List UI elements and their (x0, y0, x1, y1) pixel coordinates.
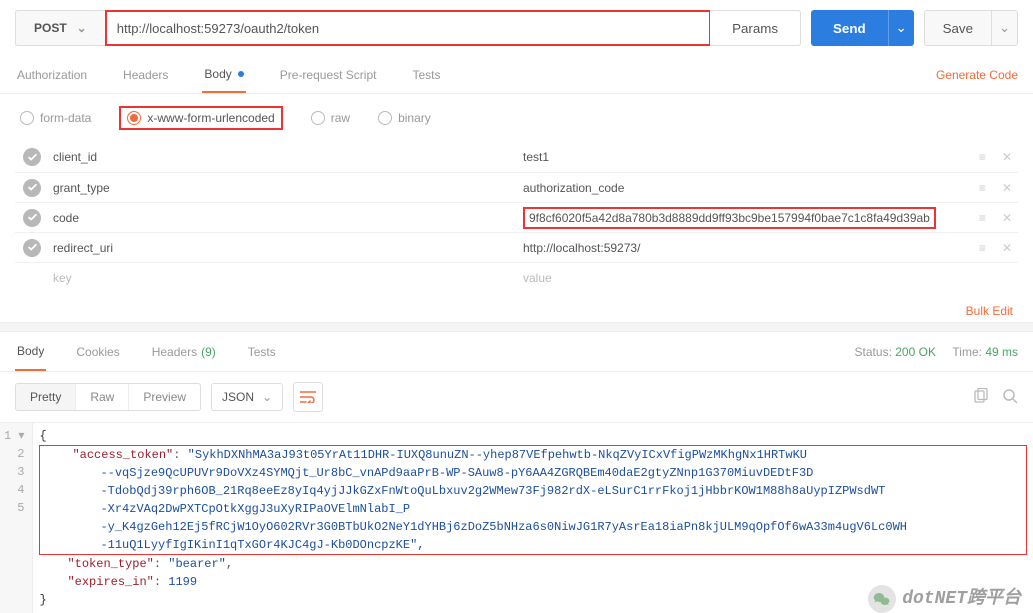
resp-tab-label: Headers (152, 345, 197, 359)
param-key[interactable]: grant_type (49, 181, 519, 195)
close-icon[interactable]: ✕ (1002, 181, 1012, 195)
row-check-icon[interactable] (23, 179, 41, 197)
radio-urlencoded[interactable]: x-www-form-urlencoded (127, 111, 274, 125)
param-key[interactable]: code (49, 211, 519, 225)
header-count: (9) (201, 345, 216, 359)
radio-form-data[interactable]: form-data (20, 111, 91, 125)
tab-tests[interactable]: Tests (410, 56, 442, 93)
drag-icon[interactable]: ≡ (979, 211, 986, 225)
copy-icon[interactable] (972, 388, 988, 407)
wrap-lines-button[interactable] (293, 382, 323, 412)
table-row: grant_type authorization_code ≡ ✕ (15, 172, 1018, 202)
row-check-icon[interactable] (23, 239, 41, 257)
param-value[interactable]: http://localhost:59273/ (519, 241, 973, 255)
bulk-edit-link[interactable]: Bulk Edit (0, 298, 1033, 318)
view-raw[interactable]: Raw (76, 384, 129, 410)
save-dropdown[interactable]: ⌄ (992, 10, 1018, 46)
generate-code-link[interactable]: Generate Code (936, 68, 1018, 82)
chevron-down-icon: ⌄ (262, 390, 272, 404)
radio-icon (378, 111, 392, 125)
format-label: JSON (222, 390, 254, 404)
close-icon[interactable]: ✕ (1002, 150, 1012, 164)
tab-body[interactable]: Body (202, 56, 245, 93)
view-preview[interactable]: Preview (129, 384, 200, 410)
resp-tab-headers[interactable]: Headers (9) (150, 332, 218, 371)
radio-label: raw (331, 111, 350, 125)
modified-dot-icon (238, 71, 244, 77)
chevron-down-icon: ⌄ (896, 20, 907, 36)
table-row: redirect_uri http://localhost:59273/ ≡ ✕ (15, 232, 1018, 262)
chevron-down-icon: ⌄ (999, 20, 1010, 36)
row-check-icon[interactable] (23, 209, 41, 227)
param-key[interactable]: redirect_uri (49, 241, 519, 255)
tab-authorization[interactable]: Authorization (15, 56, 89, 93)
radio-icon (127, 111, 141, 125)
section-divider (0, 322, 1033, 332)
close-icon[interactable]: ✕ (1002, 211, 1012, 225)
radio-icon (311, 111, 325, 125)
method-label: POST (34, 21, 67, 35)
tab-body-label: Body (204, 67, 231, 81)
drag-icon[interactable]: ≡ (979, 181, 986, 195)
drag-icon[interactable]: ≡ (979, 150, 986, 164)
chevron-down-icon: ⌄ (77, 21, 87, 35)
time-value: 49 ms (985, 345, 1018, 359)
params-button[interactable]: Params (710, 10, 801, 46)
tab-prerequest[interactable]: Pre-request Script (278, 56, 379, 93)
response-meta: Status: 200 OK Time: 49 ms (855, 345, 1018, 359)
status-value: 200 OK (895, 345, 936, 359)
resp-tab-tests[interactable]: Tests (246, 332, 278, 371)
resp-tab-body[interactable]: Body (15, 332, 46, 371)
radio-label: binary (398, 111, 431, 125)
param-key[interactable]: client_id (49, 150, 519, 164)
save-button[interactable]: Save (924, 10, 992, 46)
radio-binary[interactable]: binary (378, 111, 431, 125)
close-icon[interactable]: ✕ (1002, 241, 1012, 255)
send-dropdown[interactable]: ⌄ (888, 10, 914, 46)
radio-raw[interactable]: raw (311, 111, 350, 125)
param-key-input[interactable]: key (49, 271, 519, 285)
url-input[interactable] (105, 10, 711, 46)
table-row: code 9f8cf6020f5a42d8a780b3d8889dd9ff93b… (15, 202, 1018, 232)
row-check-icon[interactable] (23, 148, 41, 166)
send-button[interactable]: Send (811, 10, 888, 46)
param-value[interactable]: test1 (519, 150, 973, 164)
radio-icon (20, 111, 34, 125)
search-icon[interactable] (1002, 388, 1018, 407)
resp-tab-cookies[interactable]: Cookies (74, 332, 121, 371)
view-pretty[interactable]: Pretty (16, 384, 76, 410)
response-body[interactable]: { "access_token": "SykhDXNhMA3aJ93t05YrA… (33, 423, 1033, 613)
format-select[interactable]: JSON ⌄ (211, 383, 283, 411)
param-value-input[interactable]: value (519, 271, 973, 285)
wechat-icon (868, 585, 896, 613)
tab-headers[interactable]: Headers (121, 56, 170, 93)
param-value[interactable]: authorization_code (519, 181, 973, 195)
table-row: client_id test1 ≡ ✕ (15, 142, 1018, 172)
view-mode-segment: Pretty Raw Preview (15, 383, 201, 411)
radio-label: form-data (40, 111, 91, 125)
http-method-select[interactable]: POST ⌄ (15, 10, 105, 46)
radio-label: x-www-form-urlencoded (147, 111, 274, 125)
param-value[interactable]: 9f8cf6020f5a42d8a780b3d8889dd9ff93bc9be1… (519, 207, 973, 229)
line-gutter: 1 ▾ 2 3 4 5 (0, 423, 33, 613)
drag-icon[interactable]: ≡ (979, 241, 986, 255)
watermark: dotNET跨平台 (868, 585, 1021, 613)
